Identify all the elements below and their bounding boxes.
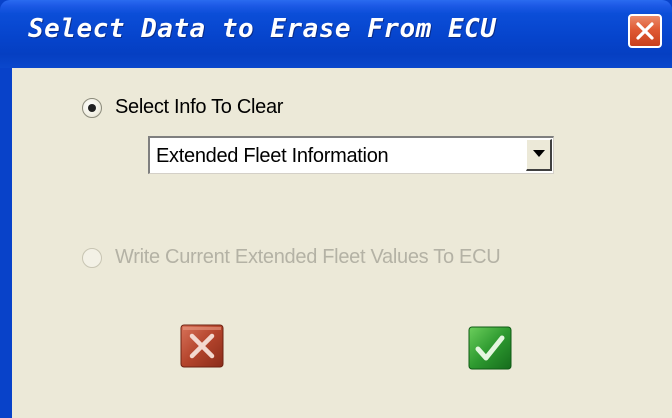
window-title: Select Data to Erase From ECU xyxy=(28,14,497,44)
select-info-radio[interactable] xyxy=(82,97,102,118)
select-info-option[interactable]: Select Info To Clear xyxy=(82,96,283,119)
write-values-radio xyxy=(82,247,102,268)
dialog-content: Select Info To Clear Extended Fleet Info… xyxy=(12,68,672,418)
write-values-label: Write Current Extended Fleet Values To E… xyxy=(115,246,501,268)
title-bar[interactable]: Select Data to Erase From ECU xyxy=(0,0,672,68)
info-to-clear-dropdown[interactable]: Extended Fleet Information xyxy=(148,136,554,174)
dropdown-arrow-button[interactable] xyxy=(526,139,552,171)
select-info-label: Select Info To Clear xyxy=(115,96,284,118)
dialog-window: Select Data to Erase From ECU Select Inf… xyxy=(0,0,672,418)
red-x-icon xyxy=(180,324,224,368)
ok-button[interactable] xyxy=(466,324,514,372)
dropdown-selected-value: Extended Fleet Information xyxy=(156,145,389,167)
close-button[interactable] xyxy=(628,14,662,48)
radio-selected-dot xyxy=(88,103,96,112)
write-values-option: Write Current Extended Fleet Values To E… xyxy=(82,246,501,269)
chevron-down-icon xyxy=(533,150,545,157)
cancel-button[interactable] xyxy=(178,322,226,370)
close-icon xyxy=(636,22,654,40)
green-check-icon xyxy=(468,326,512,370)
